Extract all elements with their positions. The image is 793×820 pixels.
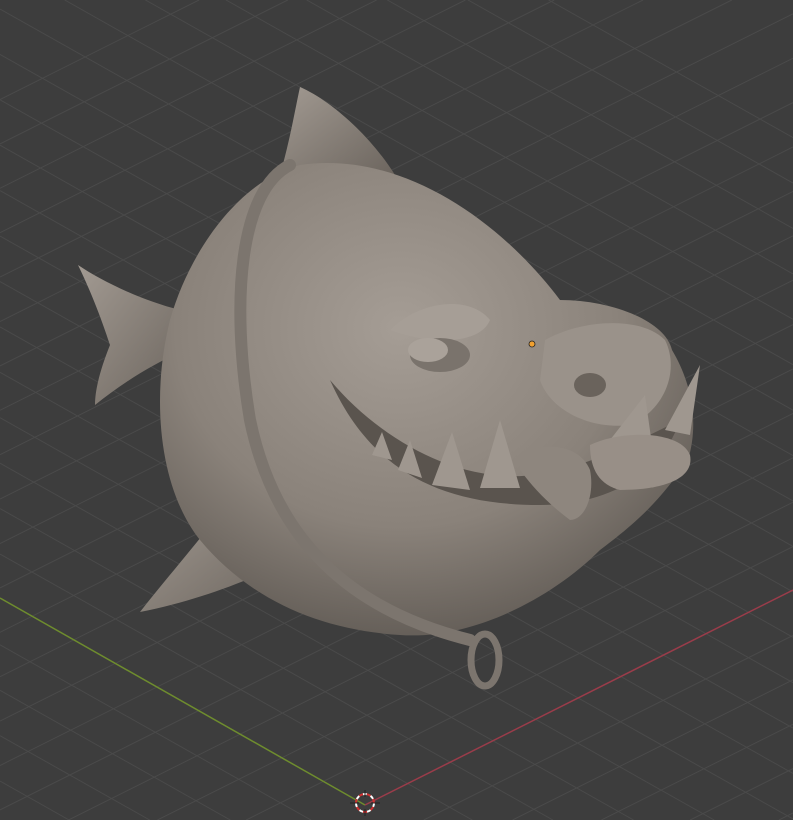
y-axis-line (0, 597, 366, 806)
eye-lid (408, 338, 448, 362)
grid-line (467, 0, 793, 184)
object-origin-icon[interactable] (528, 340, 536, 348)
grid-line (0, 780, 70, 820)
grid-line (548, 0, 793, 139)
viewport-canvas[interactable] (0, 0, 793, 820)
3d-cursor-icon[interactable] (350, 790, 380, 816)
3d-viewport[interactable] (0, 0, 793, 820)
nostril (574, 373, 606, 397)
grid-line (0, 735, 150, 820)
grid-line (423, 634, 793, 820)
grid-line (387, 0, 793, 229)
grid-line (778, 812, 793, 820)
grid-line (0, 0, 289, 145)
lower-lip (590, 434, 691, 490)
grid-line (689, 768, 793, 820)
collar-ring (467, 630, 503, 690)
shark-model[interactable] (78, 87, 700, 690)
grid-line (0, 0, 200, 100)
